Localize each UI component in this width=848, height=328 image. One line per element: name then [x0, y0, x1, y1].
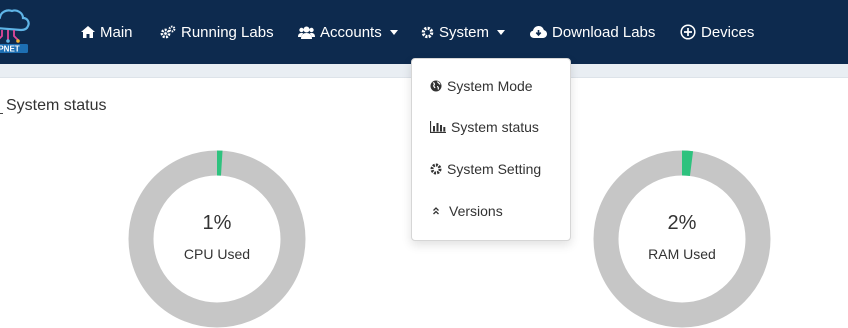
bar-chart-icon [430, 121, 446, 133]
chevron-down-icon [389, 29, 398, 35]
menu-item-label: System Mode [447, 78, 533, 94]
nav-running-labs-label: Running Labs [181, 23, 274, 41]
cpu-value: 1% [202, 212, 232, 234]
nav-download-labs-label: Download Labs [552, 23, 656, 41]
menu-item-system-setting[interactable]: System Setting [430, 161, 541, 177]
cpu-gauge: 1% CPU Used [128, 150, 306, 328]
menu-item-system-status[interactable]: System status [430, 119, 539, 135]
users-icon [298, 26, 315, 39]
nav-accounts[interactable]: Accounts [298, 0, 398, 64]
nav-system-label: System [439, 23, 490, 41]
nav-system[interactable]: System [421, 0, 506, 64]
top-navbar: PNET Main Running Labs Accounts System D… [0, 0, 848, 64]
globe-icon [430, 80, 442, 92]
menu-item-label: System status [451, 119, 539, 135]
ram-value: 2% [667, 212, 697, 234]
menu-item-label: System Setting [447, 161, 542, 177]
ram-label: RAM Used [648, 246, 716, 262]
cogs-icon [160, 25, 176, 39]
page-title: System status [6, 97, 107, 114]
nav-accounts-label: Accounts [320, 23, 382, 41]
nav-running-labs[interactable]: Running Labs [160, 0, 274, 64]
cloud-download-icon [530, 26, 547, 38]
angle-double-up-icon [433, 207, 439, 215]
cog-icon [421, 26, 434, 38]
home-icon [81, 26, 95, 38]
menu-item-versions[interactable]: Versions [430, 203, 503, 219]
nav-download-labs[interactable]: Download Labs [530, 0, 655, 64]
logo-text: PNET [0, 45, 20, 54]
bar-chart-icon [0, 110, 3, 114]
system-dropdown-menu: System Mode System status System Setting… [411, 58, 571, 241]
nav-main-label: Main [100, 23, 133, 41]
cpu-label: CPU Used [183, 246, 251, 262]
pnet-logo[interactable]: PNET [0, 6, 32, 56]
menu-item-label: Versions [449, 203, 503, 219]
nav-devices-label: Devices [701, 23, 755, 41]
plus-circle-icon [680, 24, 696, 40]
ram-gauge: 2% RAM Used [593, 150, 771, 328]
gauge-track [593, 150, 771, 328]
gauge-track [128, 150, 306, 328]
chevron-down-icon [497, 29, 506, 35]
cog-icon [430, 163, 442, 175]
menu-item-system-mode[interactable]: System Mode [430, 78, 533, 94]
nav-main[interactable]: Main [81, 0, 133, 64]
nav-devices[interactable]: Devices [680, 0, 754, 64]
